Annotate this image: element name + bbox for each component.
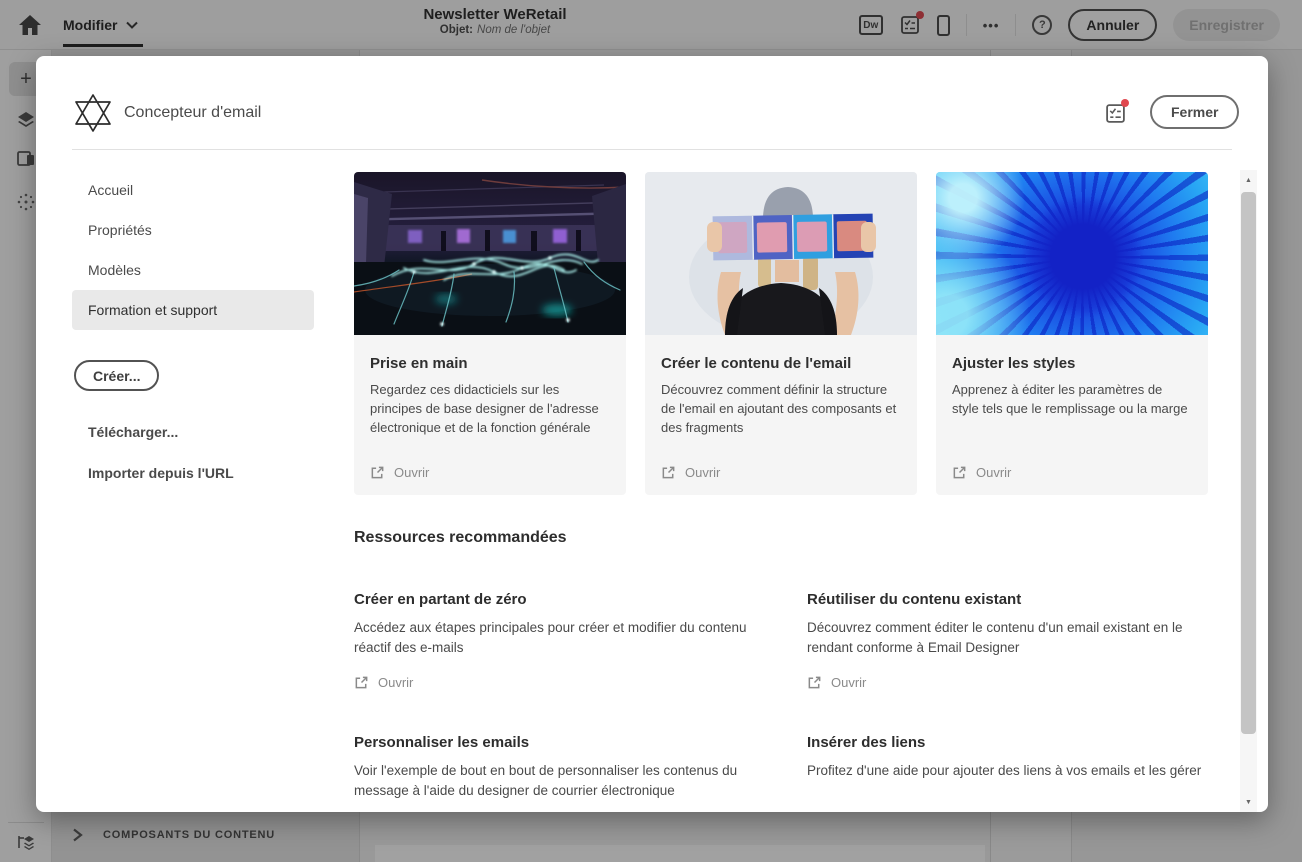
resources-grid: Créer en partant de zéro Accédez aux éta… (354, 591, 1208, 801)
resource-inserer-liens: Insérer des liens Profitez d'une aide po… (807, 734, 1208, 802)
dialog-scrollbar[interactable]: ▲ ▼ (1240, 170, 1257, 812)
open-link[interactable]: Ouvrir (661, 465, 901, 480)
card-body: Prise en main Regardez ces didacticiels … (354, 335, 626, 495)
dialog-nav: Accueil Propriétés Modèles Formation et … (72, 170, 314, 330)
scroll-down-icon[interactable]: ▼ (1240, 794, 1257, 810)
dialog-tasks-button[interactable] (1104, 99, 1129, 124)
download-link[interactable]: Télécharger... (88, 424, 178, 440)
card-description: Apprenez à éditer les paramètres de styl… (952, 382, 1188, 416)
aem-star-logo (75, 94, 111, 132)
card-creer-contenu: Créer le contenu de l'email Découvrez co… (645, 172, 917, 495)
open-link[interactable]: Ouvrir (952, 465, 1192, 480)
close-dialog-button[interactable]: Fermer (1150, 95, 1240, 129)
open-in-icon (355, 676, 368, 688)
card-title: Créer le contenu de l'email (661, 355, 852, 372)
card-body: Créer le contenu de l'email Découvrez co… (645, 335, 917, 495)
dialog-title: Concepteur d'email (124, 104, 262, 121)
card-body: Ajuster les styles Apprenez à éditer les… (936, 335, 1208, 495)
card-title: Prise en main (370, 355, 468, 372)
header-divider (72, 149, 1232, 150)
app-screen: Modifier Newsletter WeRetail Objet: Nom d… (0, 0, 1302, 862)
open-in-icon (953, 466, 966, 479)
email-designer-dialog: Concepteur d'email Fermer Accueil Propri… (36, 56, 1268, 812)
resource-reutiliser-contenu: Réutiliser du contenu existant Découvrez… (807, 591, 1208, 690)
resource-title: Créer en partant de zéro (354, 591, 527, 608)
resource-description: Voir l'exemple de bout en bout de person… (354, 762, 738, 798)
open-link[interactable]: Ouvrir (354, 675, 755, 690)
resource-title: Réutiliser du contenu existant (807, 591, 1022, 608)
card-image-person-gradient-card (645, 172, 917, 335)
card-description: Regardez ces didacticiels sur les princi… (370, 382, 599, 435)
card-ajuster-styles: Ajuster les styles Apprenez à éditer les… (936, 172, 1208, 495)
nav-item-proprietes[interactable]: Propriétés (72, 210, 314, 250)
scrollbar-thumb[interactable] (1241, 192, 1256, 734)
nav-item-modeles[interactable]: Modèles (72, 250, 314, 290)
open-label: Ouvrir (378, 674, 414, 690)
open-in-icon (662, 466, 675, 479)
card-title: Ajuster les styles (952, 355, 1076, 372)
card-description: Découvrez comment définir la structure d… (661, 382, 897, 435)
open-link[interactable]: Ouvrir (370, 465, 610, 480)
scroll-up-icon[interactable]: ▲ (1240, 172, 1257, 188)
nav-item-formation-et-support[interactable]: Formation et support (72, 290, 314, 330)
open-in-icon (808, 676, 821, 688)
create-button[interactable]: Créer... (74, 360, 160, 391)
resource-description: Accédez aux étapes principales pour crée… (354, 620, 747, 656)
resource-creer-zero: Créer en partant de zéro Accédez aux éta… (354, 591, 755, 690)
open-label: Ouvrir (831, 674, 867, 690)
open-label: Ouvrir (685, 465, 721, 480)
card-image-light-painting (354, 172, 626, 335)
open-link[interactable]: Ouvrir (807, 675, 1208, 690)
resource-description: Profitez d'une aide pour ajouter des lie… (807, 762, 1202, 778)
import-from-url-link[interactable]: Importer depuis l'URL (88, 465, 234, 481)
resource-personnaliser-emails: Personnaliser les emails Voir l'exemple … (354, 734, 755, 802)
open-label: Ouvrir (976, 465, 1012, 480)
card-image-blue-ink (936, 172, 1208, 335)
open-label: Ouvrir (394, 465, 430, 480)
tutorial-cards: Prise en main Regardez ces didacticiels … (354, 172, 1208, 495)
nav-item-accueil[interactable]: Accueil (72, 170, 314, 210)
dialog-content: Prise en main Regardez ces didacticiels … (354, 172, 1208, 801)
resources-heading: Ressources recommandées (354, 529, 567, 546)
notification-dot (1121, 99, 1129, 107)
resource-title: Insérer des liens (807, 733, 926, 751)
resource-description: Découvrez comment éditer le contenu d'un… (807, 620, 1183, 656)
card-prise-en-main: Prise en main Regardez ces didacticiels … (354, 172, 626, 495)
open-in-icon (371, 466, 384, 479)
resource-title: Personnaliser les emails (354, 733, 530, 751)
